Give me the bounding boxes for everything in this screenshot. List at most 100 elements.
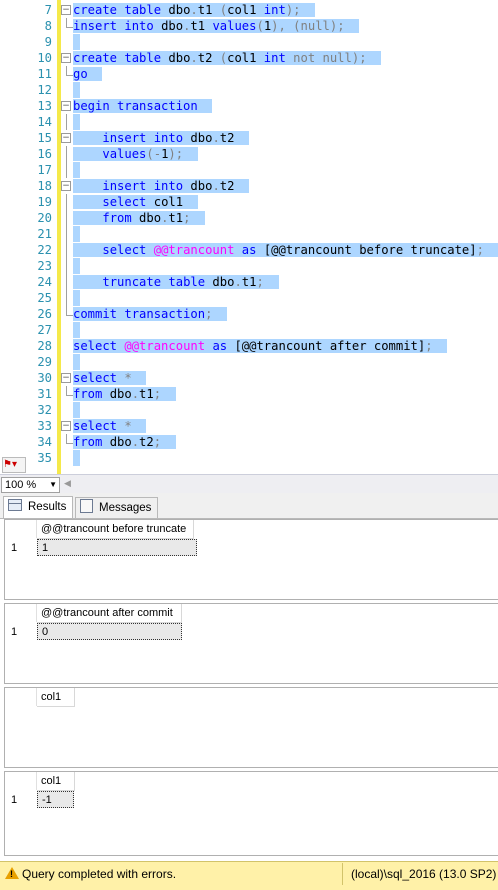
column-header[interactable]: col1 <box>37 772 75 791</box>
grid-cell[interactable]: -1 <box>37 791 74 808</box>
code-token: col1 <box>153 195 184 209</box>
grid-corner[interactable] <box>5 604 37 622</box>
tab-messages[interactable]: Messages <box>75 497 159 518</box>
code-text: go <box>73 66 103 82</box>
code-line[interactable]: 23 <box>0 258 498 274</box>
code-text: insert into dbo.t2 <box>73 178 250 194</box>
code-line[interactable]: 19 select col1 <box>0 194 498 210</box>
code-token: t1 <box>139 387 154 401</box>
selected-code: begin transaction <box>73 99 213 113</box>
tab-results[interactable]: Results <box>3 496 74 518</box>
messages-icon <box>80 499 93 513</box>
collapse-icon[interactable]: − <box>61 5 71 15</box>
code-text: select * <box>73 370 147 386</box>
column-header[interactable]: @@trancount before truncate <box>37 520 194 539</box>
code-line[interactable]: 31 from dbo.t1; <box>0 386 498 402</box>
code-line[interactable]: 15− insert into dbo.t2 <box>0 130 498 146</box>
code-line[interactable]: 27 <box>0 322 498 338</box>
code-line[interactable]: 21 <box>0 226 498 242</box>
column-header[interactable]: col1 <box>37 688 75 707</box>
code-line[interactable]: 20 from dbo.t1; <box>0 210 498 226</box>
query-editor[interactable]: 7− create table dbo.t1 (col1 int); 8 inser… <box>0 0 498 474</box>
zoom-select[interactable]: 100 % ▼ <box>1 477 60 493</box>
grid-corner[interactable] <box>5 520 37 538</box>
code-token: values <box>102 147 147 161</box>
collapse-icon[interactable]: − <box>61 101 71 111</box>
result-grid[interactable]: @@trancount after commit 1 0 <box>4 603 498 684</box>
outline-bar <box>66 258 67 274</box>
collapse-icon[interactable]: − <box>61 421 71 431</box>
code-line[interactable]: 12 <box>0 82 498 98</box>
code-token: ( <box>219 51 228 65</box>
selection-block <box>73 354 80 370</box>
code-line[interactable]: 33− select * <box>0 418 498 434</box>
code-token: create table <box>73 51 169 65</box>
code-text: insert into dbo.t2 <box>73 130 250 146</box>
result-grid[interactable]: col1 <box>4 687 498 768</box>
results-tabs: Results Messages <box>0 493 498 519</box>
code-line[interactable]: 28 select @@trancount as [@@trancount aft… <box>0 338 498 354</box>
code-line[interactable]: 30− select * <box>0 370 498 386</box>
code-line[interactable]: 34 from dbo.t2; <box>0 434 498 450</box>
code-line[interactable]: 26 commit transaction; <box>0 306 498 322</box>
code-line[interactable]: 24 truncate table dbo.t1; <box>0 274 498 290</box>
collapse-icon[interactable]: − <box>61 133 71 143</box>
code-line[interactable]: 8 insert into dbo.t1 values(1), (null); <box>0 18 498 34</box>
grid-corner[interactable] <box>5 688 37 706</box>
server-info: (local)\sql_2016 (13.0 SP2) <box>342 863 496 885</box>
code-line[interactable]: 13− begin transaction <box>0 98 498 114</box>
code-line[interactable]: 16 values(-1); <box>0 146 498 162</box>
code-line[interactable]: 18− insert into dbo.t2 <box>0 178 498 194</box>
code-line[interactable]: 11 go <box>0 66 498 82</box>
code-text: from dbo.t1; <box>73 386 176 402</box>
code-text: select col1 <box>73 194 198 210</box>
code-token: select <box>73 419 125 433</box>
grid-corner[interactable] <box>5 772 37 790</box>
result-grid[interactable]: @@trancount before truncate 1 1 <box>4 519 498 600</box>
zoom-value: 100 % <box>5 479 37 491</box>
column-header[interactable]: @@trancount after commit <box>37 604 182 623</box>
grid-cell[interactable]: 1 <box>37 539 197 556</box>
code-line[interactable]: 25 <box>0 290 498 306</box>
result-grid[interactable]: col1 1 -1 <box>4 771 498 856</box>
code-token: @@trancount <box>124 339 213 353</box>
outline-end <box>66 386 73 396</box>
code-line[interactable]: 14 <box>0 114 498 130</box>
code-token: ; <box>153 387 162 401</box>
code-line[interactable]: 17 <box>0 162 498 178</box>
code-token: . <box>190 3 198 17</box>
code-line[interactable]: 7− create table dbo.t1 (col1 int); <box>0 2 498 18</box>
outline-end <box>66 434 73 444</box>
code-token: null <box>300 19 330 33</box>
line-number: 20 <box>37 211 52 225</box>
code-line[interactable]: 9 <box>0 34 498 50</box>
code-token: t1 <box>197 3 220 17</box>
selection-block <box>73 290 80 306</box>
code-line[interactable]: 10− create table dbo.t2 (col1 int not nul… <box>0 50 498 66</box>
chevron-down-icon: ▼ <box>49 480 57 489</box>
code-token: ); <box>285 3 301 17</box>
code-line[interactable]: 32 <box>0 402 498 418</box>
code-line[interactable]: 22 select @@trancount as [@@trancount be… <box>0 242 498 258</box>
line-number: 34 <box>37 435 52 449</box>
row-number[interactable]: 1 <box>5 539 36 557</box>
selection-block <box>73 162 80 178</box>
code-line[interactable]: 35 <box>0 450 498 466</box>
editor-splitter-icon[interactable]: ⚑▾ <box>2 457 26 473</box>
code-token: t1 <box>190 19 213 33</box>
code-token: ); <box>329 19 345 33</box>
collapse-icon[interactable]: − <box>61 53 71 63</box>
line-number: 33 <box>37 419 52 433</box>
code-line[interactable]: 29 <box>0 354 498 370</box>
scroll-left-icon[interactable]: ◀ <box>64 478 71 489</box>
code-token: * <box>124 371 132 385</box>
row-number[interactable]: 1 <box>5 623 36 641</box>
results-pane: @@trancount before truncate 1 1 @@tranco… <box>0 519 498 861</box>
row-number[interactable]: 1 <box>5 791 36 809</box>
code-token: select <box>73 339 125 353</box>
grid-cell[interactable]: 0 <box>37 623 182 640</box>
code-token: dbo <box>212 275 235 289</box>
collapse-icon[interactable]: − <box>61 181 71 191</box>
collapse-icon[interactable]: − <box>61 373 71 383</box>
